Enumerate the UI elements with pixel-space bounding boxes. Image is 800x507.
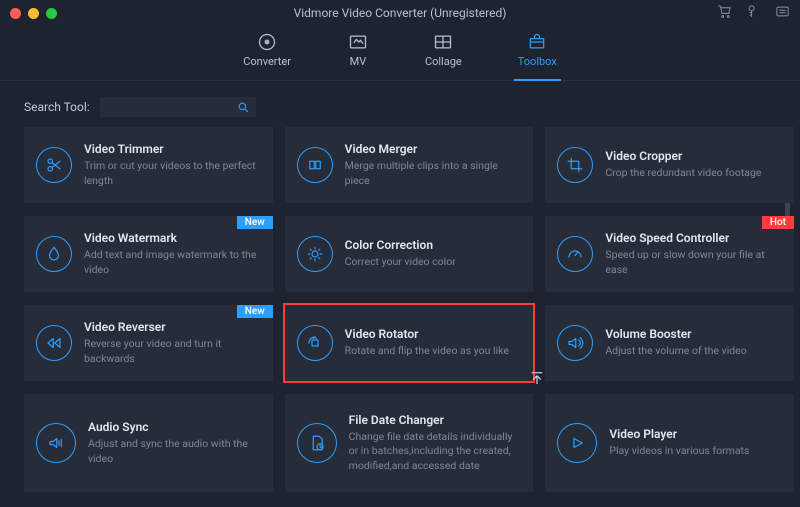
tool-file-date-changer[interactable]: File Date Changer Change file date detail… xyxy=(285,394,534,492)
rewind-icon xyxy=(36,325,72,361)
sun-icon xyxy=(297,236,333,272)
scroll-to-top-button[interactable] xyxy=(528,369,546,387)
tool-video-cropper[interactable]: Video Cropper Crop the redundant video fo… xyxy=(545,127,794,203)
tool-color-correction[interactable]: Color Correction Correct your video color xyxy=(285,216,534,292)
tool-title: Video Merger xyxy=(345,142,522,156)
tool-volume-booster[interactable]: Volume Booster Adjust the volume of the v… xyxy=(545,305,794,381)
window-title: Vidmore Video Converter (Unregistered) xyxy=(294,6,507,20)
tool-video-merger[interactable]: Video Merger Merge multiple clips into a … xyxy=(285,127,534,203)
cart-icon[interactable] xyxy=(717,4,732,23)
tool-desc: Adjust the volume of the video xyxy=(605,344,782,358)
window-controls xyxy=(10,8,57,19)
rotate-icon xyxy=(297,325,333,361)
tab-collage[interactable]: Collage xyxy=(425,32,462,72)
droplet-icon xyxy=(36,236,72,272)
tool-title: Video Trimmer xyxy=(84,142,261,156)
tool-video-rotator[interactable]: Video Rotator Rotate and flip the video a… xyxy=(285,305,534,381)
tab-label: Collage xyxy=(425,55,462,68)
scissors-icon xyxy=(36,147,72,183)
tool-title: Volume Booster xyxy=(605,327,782,341)
tool-title: Video Cropper xyxy=(605,149,782,163)
search-input[interactable] xyxy=(106,101,237,114)
tool-desc: Change file date details individually or… xyxy=(349,430,522,473)
tool-video-watermark[interactable]: New Video Watermark Add text and image wa… xyxy=(24,216,273,292)
hot-badge: Hot xyxy=(762,216,794,229)
tool-audio-sync[interactable]: Audio Sync Adjust and sync the audio with… xyxy=(24,394,273,492)
tool-desc: Trim or cut your videos to the perfect l… xyxy=(84,159,261,187)
crop-icon xyxy=(557,147,593,183)
tool-desc: Merge multiple clips into a single piece xyxy=(345,159,522,187)
new-badge: New xyxy=(237,216,273,229)
tool-title: Audio Sync xyxy=(88,420,261,434)
tool-video-reverser[interactable]: New Video Reverser Reverse your video and… xyxy=(24,305,273,381)
play-icon xyxy=(557,423,597,463)
tool-desc: Speed up or slow down your file at ease xyxy=(605,248,782,276)
tool-desc: Reverse your video and turn it backwards xyxy=(84,337,261,365)
tool-title: Video Watermark xyxy=(84,231,261,245)
maximize-window-button[interactable] xyxy=(46,8,57,19)
tool-title: Video Rotator xyxy=(345,327,522,341)
close-window-button[interactable] xyxy=(10,8,21,19)
tab-label: Converter xyxy=(243,55,291,68)
volume-icon xyxy=(557,325,593,361)
tool-video-trimmer[interactable]: Video Trimmer Trim or cut your videos to … xyxy=(24,127,273,203)
tool-desc: Adjust and sync the audio with the video xyxy=(88,437,261,465)
tool-desc: Correct your video color xyxy=(345,255,522,269)
tool-video-speed-controller[interactable]: Hot Video Speed Controller Speed up or sl… xyxy=(545,216,794,292)
search-icon xyxy=(237,101,250,114)
tool-video-player[interactable]: Video Player Play videos in various forma… xyxy=(545,394,794,492)
file-date-icon xyxy=(297,423,337,463)
menu-icon[interactable] xyxy=(775,4,790,23)
tool-desc: Play videos in various formats xyxy=(609,444,782,458)
main-tabs: Converter MV Collage Toolbox xyxy=(0,26,800,81)
tool-desc: Add text and image watermark to the vide… xyxy=(84,248,261,276)
gauge-icon xyxy=(557,236,593,272)
merge-icon xyxy=(297,147,333,183)
search-row: Search Tool: xyxy=(0,81,800,127)
tool-title: Video Player xyxy=(609,427,782,441)
tab-toolbox[interactable]: Toolbox xyxy=(518,32,557,72)
tool-title: Video Speed Controller xyxy=(605,231,782,245)
search-input-wrapper[interactable] xyxy=(100,97,256,117)
tool-grid: Video Trimmer Trim or cut your videos to … xyxy=(24,127,794,492)
titlebar: Vidmore Video Converter (Unregistered) xyxy=(0,0,800,26)
tool-title: Color Correction xyxy=(345,238,522,252)
tab-mv[interactable]: MV xyxy=(347,32,369,72)
tab-converter[interactable]: Converter xyxy=(243,32,291,72)
tool-desc: Rotate and flip the video as you like xyxy=(345,344,522,358)
tool-desc: Crop the redundant video footage xyxy=(605,166,782,180)
tab-label: Toolbox xyxy=(518,55,557,68)
tool-title: Video Reverser xyxy=(84,320,261,334)
audio-sync-icon xyxy=(36,423,76,463)
search-label: Search Tool: xyxy=(24,100,90,114)
tool-title: File Date Changer xyxy=(349,413,522,427)
new-badge: New xyxy=(237,305,273,318)
key-icon[interactable] xyxy=(746,4,761,23)
minimize-window-button[interactable] xyxy=(28,8,39,19)
tab-label: MV xyxy=(350,55,367,68)
